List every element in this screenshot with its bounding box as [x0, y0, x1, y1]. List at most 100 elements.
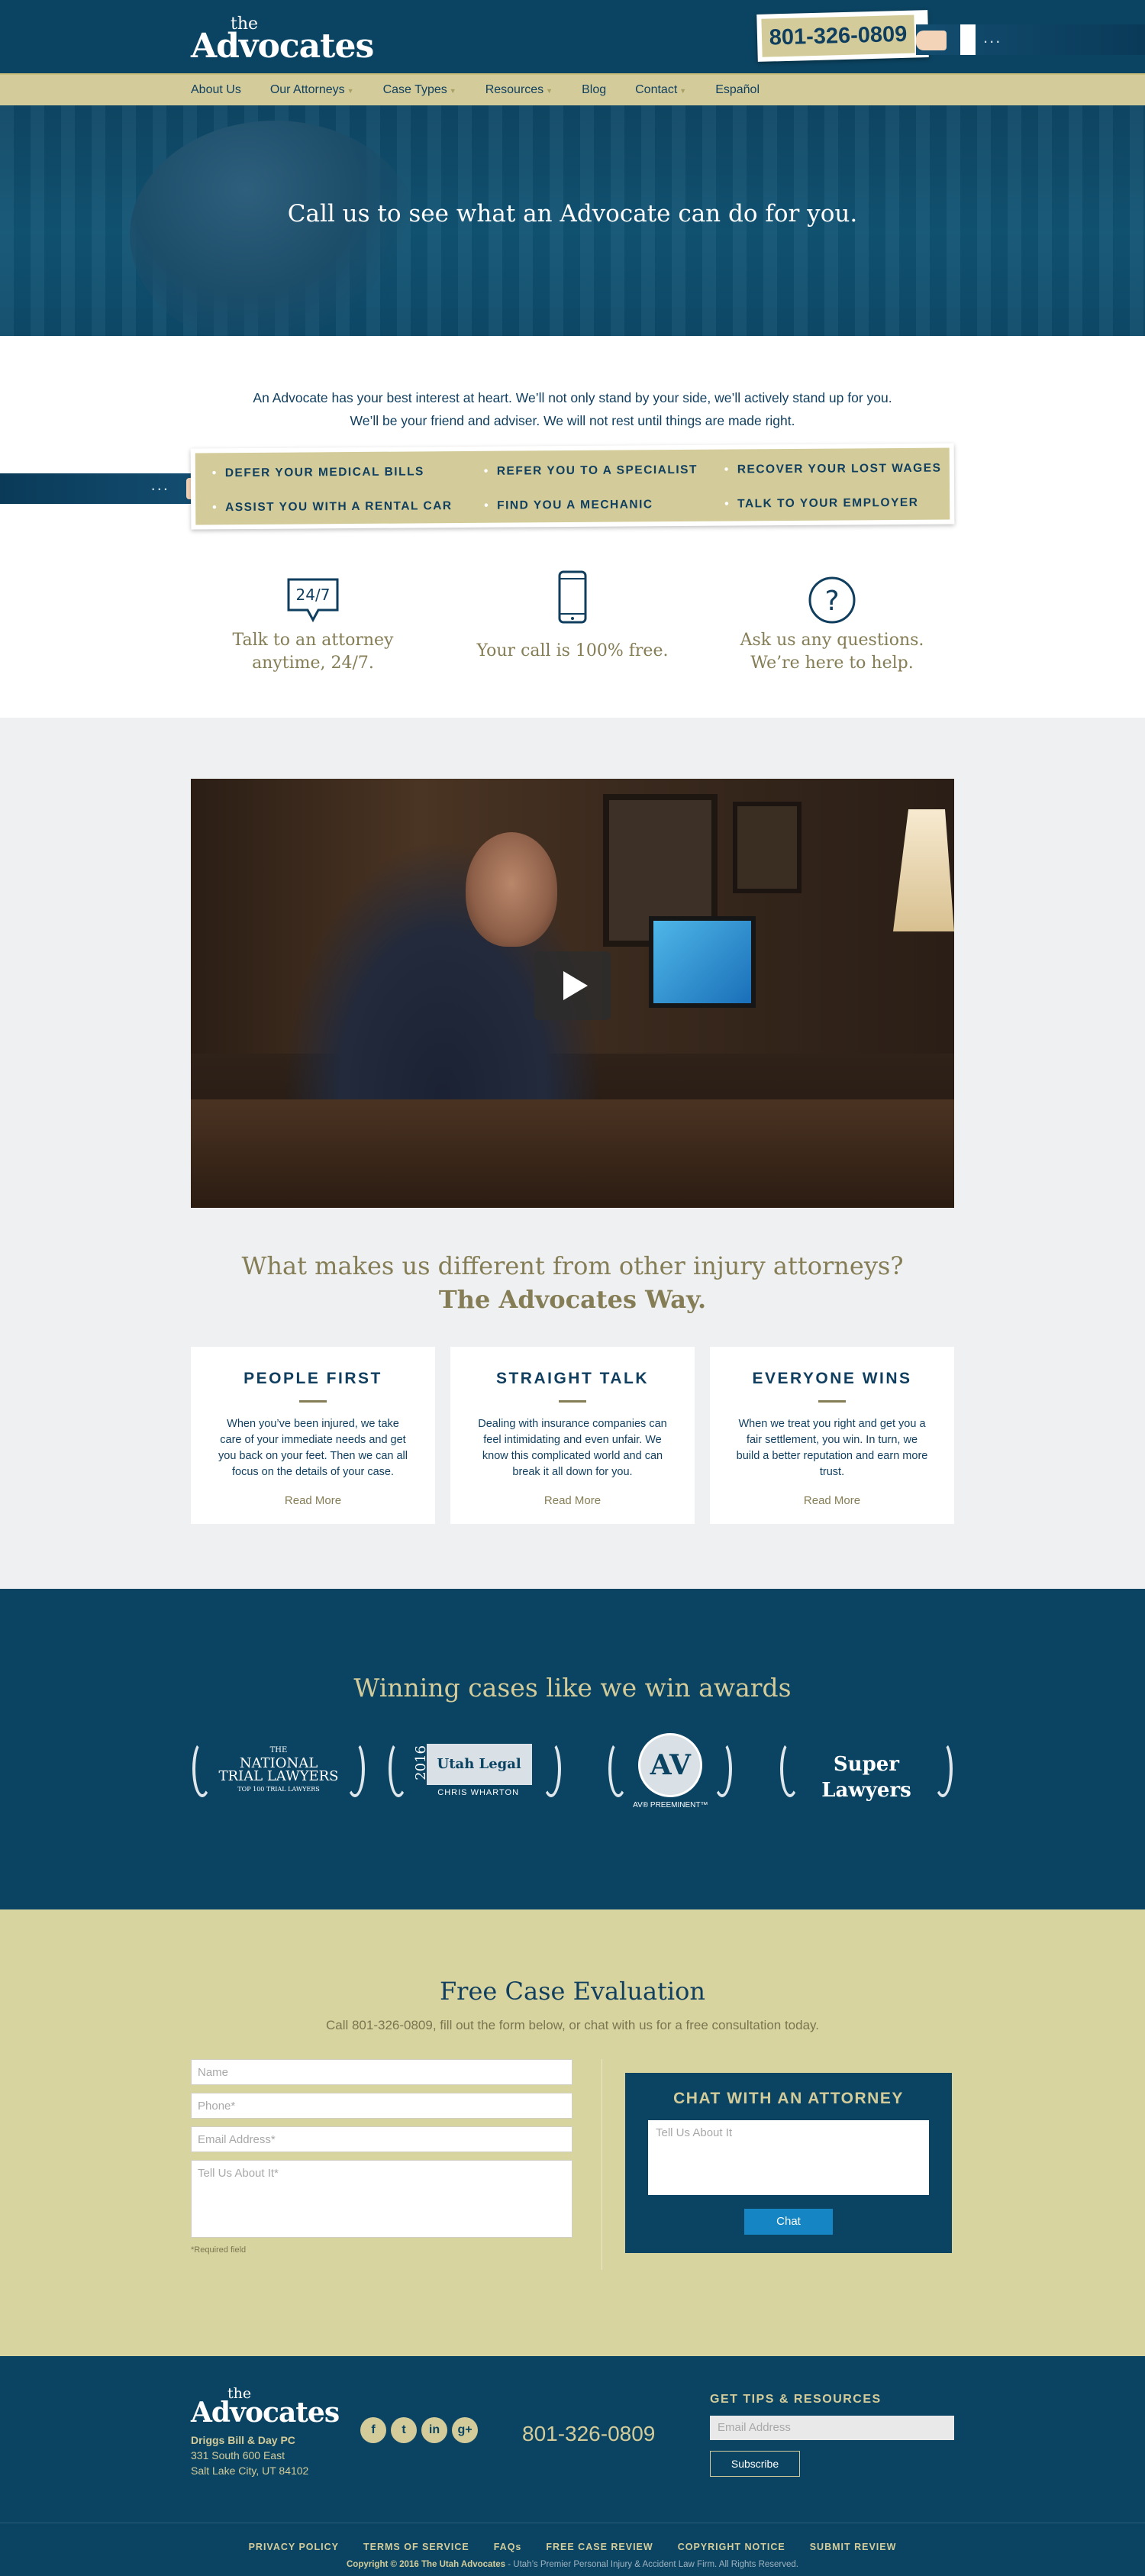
super-lawyers-badge: Super Lawyers — [779, 1733, 954, 1803]
play-icon[interactable] — [534, 951, 611, 1020]
laurel-icon — [932, 1741, 953, 1797]
email-field[interactable]: Email Address* — [191, 2126, 572, 2152]
social-links: f t in g+ — [360, 2417, 478, 2443]
hero-person-image — [130, 121, 420, 336]
newsletter-signup: GET TIPS & RESOURCES Email Address Subsc… — [710, 2388, 954, 2477]
utah-legal-elite-badge: 2016 Utah Legal Elite CHRIS WHARTON — [387, 1733, 563, 1813]
promise-arm-dots: ... — [150, 475, 169, 494]
subscribe-button[interactable]: Subscribe — [710, 2451, 800, 2477]
card-text: When you’ve been injured, we take care o… — [218, 1418, 408, 1478]
elite-title: Utah Legal Elite — [426, 1744, 532, 1813]
laurel-icon — [779, 1741, 800, 1797]
required-note: *Required field — [191, 2245, 247, 2255]
card-rule — [818, 1400, 846, 1403]
svg-text:?: ? — [824, 586, 839, 617]
feature-line2: anytime, 24/7. — [252, 654, 374, 673]
feature-text: Your call is 100% free. — [450, 640, 695, 663]
feature-item: ? Ask us any questions. We’re here to help… — [710, 562, 954, 675]
national-trial-lawyers-badge: THE NATIONAL TRIAL LAWYERS TOP 100 TRIAL… — [191, 1733, 366, 1803]
hero-banner: Call us to see what an Advocate can do f… — [0, 105, 1145, 336]
read-more-link[interactable]: Read More — [710, 1494, 954, 1507]
footer-phone[interactable]: 801-326-0809 — [522, 2422, 655, 2446]
nav-item-espa-ol[interactable]: Español — [715, 83, 760, 97]
nav-item-label: Blog — [582, 83, 607, 96]
footer-logo[interactable]: the Advocates — [191, 2387, 340, 2429]
address-line1: 331 South 600 East — [191, 2449, 285, 2461]
difference-card: STRAIGHT TALK Dealing with insurance com… — [450, 1347, 695, 1524]
mobile-phone-icon — [450, 562, 695, 625]
feature-text: Ask us any questions. We’re here to help. — [710, 629, 954, 675]
card-text: When we treat you right and get you a fa… — [736, 1418, 928, 1478]
phone-field[interactable]: Phone* — [191, 2093, 572, 2119]
promise-card: DEFER YOUR MEDICAL BILLSREFER YOU TO A S… — [190, 443, 955, 530]
read-more-link[interactable]: Read More — [191, 1494, 435, 1507]
linkedin-icon[interactable]: in — [421, 2417, 447, 2443]
intro-text: An Advocate has your best interest at he… — [253, 390, 892, 428]
newsletter-email-input[interactable]: Email Address — [710, 2416, 954, 2440]
feature-line2: We’re here to help. — [750, 654, 914, 673]
intro-video[interactable] — [191, 779, 954, 1208]
nav-item-blog[interactable]: Blog — [582, 83, 606, 97]
nav-item-label: Contact — [635, 83, 678, 96]
facebook-icon[interactable]: f — [360, 2417, 386, 2443]
header-phone-number[interactable]: 801-326-0809 — [761, 15, 915, 57]
card-rule — [299, 1400, 327, 1403]
chat-heading: CHAT WITH AN ATTORNEY — [673, 2090, 904, 2107]
firm-name: Driggs Bill & Day PC — [191, 2434, 295, 2446]
chevron-down-icon: ▼ — [679, 87, 687, 95]
awards-row: THE NATIONAL TRIAL LAWYERS TOP 100 TRIAL… — [191, 1733, 954, 1813]
difference-subheading: The Advocates Way. — [438, 1285, 707, 1314]
chat-textarea[interactable]: Tell Us About It — [648, 2120, 929, 2195]
feature-item: 24/7 Talk to an attorney anytime, 24/7. — [191, 562, 435, 675]
site-logo[interactable]: the Advocates — [191, 16, 374, 63]
chat-button[interactable]: Chat — [744, 2209, 833, 2235]
twitter-icon[interactable]: t — [391, 2417, 417, 2443]
feature-line1: Talk to an attorney — [232, 631, 394, 650]
footer-link[interactable]: SUBMIT REVIEW — [810, 2542, 897, 2552]
difference-cards: PEOPLE FIRST When you’ve been injured, w… — [191, 1347, 954, 1524]
nav-item-about-us[interactable]: About Us — [191, 83, 241, 97]
nav-item-contact[interactable]: Contact ▼ — [635, 83, 686, 97]
promise-item: ASSIST YOU WITH A RENTAL CAR — [212, 499, 484, 525]
promise-arm-illustration: ... — [0, 473, 234, 504]
nav-item-our-attorneys[interactable]: Our Attorneys ▼ — [270, 83, 354, 97]
ntl-line3: TRIAL LAWYERS — [218, 1768, 339, 1784]
av-mark: AV — [638, 1733, 703, 1797]
awards-heading: Winning cases like we win awards — [353, 1673, 792, 1703]
footer-link[interactable]: COPYRIGHT NOTICE — [678, 2542, 785, 2552]
intro-section: An Advocate has your best interest at he… — [0, 336, 1145, 718]
google-plus-icon[interactable]: g+ — [452, 2417, 478, 2443]
header-phone-card[interactable]: 801-326-0809 — [756, 10, 929, 62]
name-field[interactable]: Name — [191, 2059, 572, 2085]
about-textarea[interactable]: Tell Us About It* — [191, 2160, 572, 2238]
feature-line1: Ask us any questions. — [740, 631, 924, 650]
footer-logo-name: Advocates — [191, 2397, 340, 2429]
card-title: STRAIGHT TALK — [495, 1370, 650, 1387]
footer-address: Driggs Bill & Day PC 331 South 600 East … — [191, 2432, 339, 2478]
footer-link[interactable]: TERMS OF SERVICE — [363, 2542, 469, 2552]
footer-link[interactable]: FREE CASE REVIEW — [546, 2542, 653, 2552]
speech-bubble-24-7-icon: 24/7 — [191, 562, 435, 625]
card-title: PEOPLE FIRST — [244, 1370, 382, 1387]
question-circle-icon: ? — [710, 562, 954, 625]
chevron-down-icon: ▼ — [449, 87, 456, 95]
case-evaluation-subtext: Call 801-326-0809, fill out the form bel… — [325, 2018, 820, 2032]
footer-info: the Advocates Driggs Bill & Day PC 331 S… — [191, 2387, 340, 2523]
evaluation-form: Name Phone* Email Address* Tell Us About… — [191, 2059, 572, 2270]
footer-link[interactable]: FAQs — [494, 2542, 522, 2552]
difference-header: What makes us different from other injur… — [0, 1249, 1145, 1316]
nav-item-case-types[interactable]: Case Types ▼ — [383, 83, 456, 97]
video-picture-frame — [733, 802, 802, 893]
nav-item-label: Español — [715, 83, 760, 96]
footer-link[interactable]: PRIVACY POLICY — [249, 2542, 339, 2552]
promise-item: RECOVER YOUR LOST WAGES — [724, 462, 953, 487]
hand-illustration — [916, 31, 947, 50]
video-computer-screen — [649, 916, 756, 1008]
shirt-cuff-illustration — [960, 24, 976, 55]
read-more-link[interactable]: Read More — [450, 1494, 695, 1507]
awards-section: Winning cases like we win awards THE NAT… — [0, 1589, 1145, 1909]
main-nav: About Us Our Attorneys ▼ Case Types ▼ Resourc… — [0, 73, 1145, 105]
nav-item-resources[interactable]: Resources ▼ — [485, 83, 553, 97]
case-evaluation-section: Free Case Evaluation Call 801-326-0809, … — [0, 1909, 1145, 2356]
chat-box: CHAT WITH AN ATTORNEY Tell Us About It C… — [625, 2073, 952, 2253]
